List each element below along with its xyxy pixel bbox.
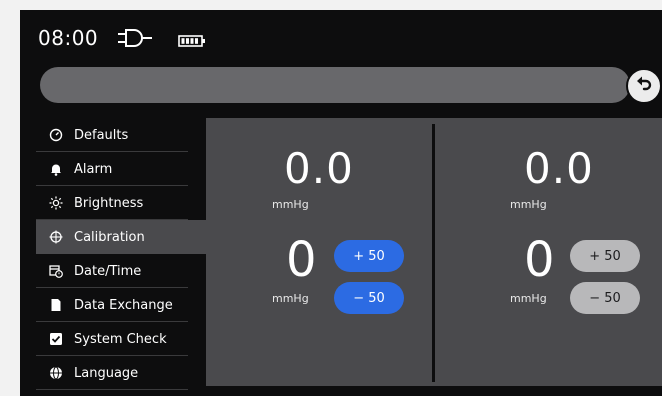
menu-item-label: Brightness (74, 195, 144, 211)
right-offset-value: 0 (524, 232, 555, 288)
right-minus-50-button[interactable]: − 50 (570, 282, 640, 314)
menu-item-calibration[interactable]: Calibration (36, 220, 224, 254)
menu-item-brightness[interactable]: Brightness (36, 186, 204, 220)
menu-item-system-check[interactable]: System Check (36, 322, 204, 356)
right-pressure-unit: mmHg (510, 198, 547, 211)
menu-item-language[interactable]: Language (36, 356, 204, 390)
status-bar: 08:00 (20, 10, 662, 66)
menu-item-alarm[interactable]: Alarm (36, 152, 204, 186)
divider (36, 389, 188, 390)
left-offset-unit: mmHg (272, 292, 309, 305)
right-pressure-value: 0.0 (524, 144, 594, 193)
left-pressure-value: 0.0 (284, 144, 354, 193)
right-plus-50-button[interactable]: + 50 (570, 240, 640, 272)
back-button[interactable] (626, 68, 662, 104)
checkbox-icon (48, 331, 64, 347)
menu-item-defaults[interactable]: Defaults (36, 118, 204, 152)
bell-icon (48, 161, 64, 177)
crosshair-icon (48, 229, 64, 245)
menu-item-data-exchange[interactable]: Data Exchange (36, 288, 204, 322)
left-pressure-unit: mmHg (272, 198, 309, 211)
menu-item-label: Language (74, 365, 139, 381)
menu-item-date-time[interactable]: Date/Time (36, 254, 204, 288)
sun-icon (48, 195, 64, 211)
channel-divider (432, 124, 435, 382)
document-icon (48, 297, 64, 313)
left-offset-value: 0 (286, 232, 317, 288)
settings-menu: Defaults Alarm Brightness Calibration Da… (36, 118, 224, 390)
battery-icon (178, 32, 206, 51)
right-offset-unit: mmHg (510, 292, 547, 305)
menu-item-label: Alarm (74, 161, 113, 177)
menu-item-label: Data Exchange (74, 297, 173, 313)
power-plug-icon (118, 28, 152, 52)
calendar-clock-icon (48, 263, 64, 279)
menu-item-label: System Check (74, 331, 167, 347)
undo-arrow-icon (635, 75, 653, 97)
menu-item-label: Defaults (74, 127, 129, 143)
menu-item-label: Calibration (74, 229, 145, 245)
globe-icon (48, 365, 64, 381)
gauge-icon (48, 127, 64, 143)
title-bar (40, 67, 630, 103)
calibration-panel: 0.0 mmHg 0 mmHg + 50 − 50 0.0 mmHg 0 mmH… (206, 118, 662, 386)
device-screen: 08:00 Defaults Alarm Brightness Calibrat… (20, 10, 662, 396)
left-minus-50-button[interactable]: − 50 (334, 282, 404, 314)
clock-time: 08:00 (38, 26, 99, 50)
menu-item-label: Date/Time (74, 263, 142, 279)
left-plus-50-button[interactable]: + 50 (334, 240, 404, 272)
